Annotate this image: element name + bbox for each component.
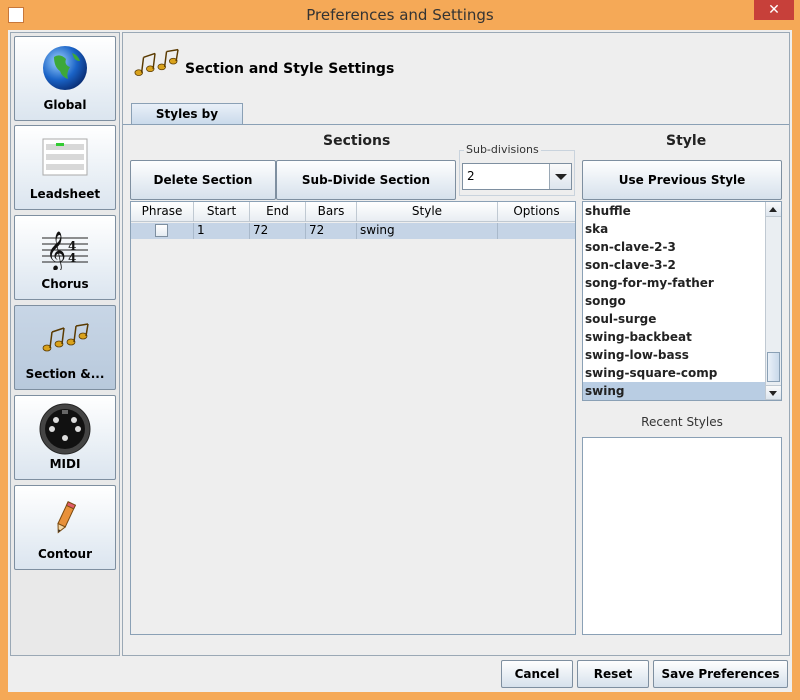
col-options[interactable]: Options	[498, 202, 575, 222]
list-item[interactable]: song-for-my-father	[583, 274, 766, 292]
page-title: Section and Style Settings	[185, 61, 395, 77]
save-preferences-button[interactable]: Save Preferences	[653, 660, 788, 688]
cancel-button[interactable]: Cancel	[501, 660, 573, 688]
list-item[interactable]: swing-backbeat	[583, 328, 766, 346]
col-bars[interactable]: Bars	[306, 202, 357, 222]
scroll-down-icon[interactable]	[766, 385, 781, 400]
list-item[interactable]: son-clave-3-2	[583, 256, 766, 274]
leadsheet-icon	[42, 138, 88, 176]
nav-leadsheet[interactable]: Leadsheet	[14, 125, 116, 210]
close-button[interactable]: ✕	[754, 0, 794, 20]
reset-button[interactable]: Reset	[577, 660, 649, 688]
cell-style[interactable]: swing	[357, 223, 498, 239]
phrase-checkbox[interactable]	[155, 224, 168, 237]
window-title: Preferences and Settings	[306, 6, 494, 24]
nav-chorus[interactable]: 𝄞 4 4 Chorus	[14, 215, 116, 300]
subdivisions-value: 2	[467, 169, 475, 183]
col-start[interactable]: Start	[194, 202, 250, 222]
treble-clef-icon: 𝄞 4 4	[42, 231, 88, 270]
subdivisions-select[interactable]: 2	[462, 163, 572, 190]
nav-global[interactable]: Global	[14, 36, 116, 121]
category-nav: Global Leadsheet 𝄞 4 4 Chorus Section &.…	[10, 32, 120, 656]
nav-section[interactable]: Section &...	[14, 305, 116, 390]
style-heading: Style	[666, 133, 707, 149]
list-item[interactable]: shuffle	[583, 202, 766, 220]
midi-connector-icon	[39, 403, 91, 455]
col-phrase[interactable]: Phrase	[131, 202, 194, 222]
svg-text:𝄞: 𝄞	[46, 231, 66, 270]
nav-label: Section &...	[25, 367, 105, 381]
sections-table: Phrase Start End Bars Style Options 1 72	[130, 201, 576, 635]
pencil-icon	[57, 501, 77, 534]
col-end[interactable]: End	[250, 202, 306, 222]
list-item[interactable]: swing-square-comp	[583, 364, 766, 382]
globe-icon	[43, 46, 87, 90]
client-area: Global Leadsheet 𝄞 4 4 Chorus Section &.…	[8, 30, 792, 692]
nav-contour[interactable]: Contour	[14, 485, 116, 570]
col-style[interactable]: Style	[357, 202, 498, 222]
recent-styles-list[interactable]	[582, 437, 782, 635]
list-item[interactable]: ska	[583, 220, 766, 238]
style-list[interactable]: shuffle ska son-clave-2-3 son-clave-3-2 …	[582, 201, 782, 401]
subdivisions-group: Sub-divisions 2	[459, 143, 575, 196]
svg-text:4: 4	[68, 251, 76, 265]
title-bar: Preferences and Settings ✕	[0, 0, 800, 30]
nav-label: Leadsheet	[29, 187, 101, 201]
cell-end[interactable]: 72	[250, 223, 306, 239]
chevron-down-icon[interactable]	[549, 164, 571, 189]
nav-label: Global	[43, 98, 87, 112]
delete-section-button[interactable]: Delete Section	[130, 160, 276, 200]
list-item[interactable]: soul-surge	[583, 310, 766, 328]
tab-styles-by-section[interactable]: Styles by Section	[131, 103, 243, 141]
subdivisions-label: Sub-divisions	[464, 143, 541, 156]
list-item[interactable]: son-clave-2-3	[583, 238, 766, 256]
scroll-up-icon[interactable]	[766, 202, 781, 217]
scroll-thumb[interactable]	[767, 352, 780, 382]
nav-midi[interactable]: MIDI	[14, 395, 116, 480]
nav-label: Contour	[37, 547, 93, 561]
recent-styles-label: Recent Styles	[641, 415, 723, 429]
sections-heading: Sections	[323, 133, 391, 149]
style-list-scrollbar[interactable]	[765, 202, 781, 400]
cell-options[interactable]	[498, 223, 575, 239]
preferences-window: Preferences and Settings ✕ Global Leadsh…	[0, 0, 800, 700]
footer-bar: Cancel Reset Save Preferences	[8, 658, 792, 692]
music-notes-icon	[134, 48, 179, 76]
list-item-selected[interactable]: swing	[583, 382, 766, 400]
subdivide-section-button[interactable]: Sub-Divide Section	[276, 160, 456, 200]
table-row[interactable]: 1 72 72 swing	[131, 223, 575, 239]
settings-panel: Section and Style Settings Styles by Sec…	[122, 32, 790, 656]
cell-phrase	[131, 223, 194, 239]
list-item[interactable]: songo	[583, 292, 766, 310]
cell-start[interactable]: 1	[194, 223, 250, 239]
nav-label: MIDI	[49, 457, 81, 471]
table-header: Phrase Start End Bars Style Options	[131, 202, 575, 222]
list-item[interactable]: swing-low-bass	[583, 346, 766, 364]
music-notes-icon	[42, 323, 89, 352]
tab-panel: Sections Style Delete Section Sub-Divide…	[123, 124, 789, 655]
cell-bars[interactable]: 72	[306, 223, 357, 239]
nav-label: Chorus	[41, 277, 89, 291]
use-previous-style-button[interactable]: Use Previous Style	[582, 160, 782, 200]
